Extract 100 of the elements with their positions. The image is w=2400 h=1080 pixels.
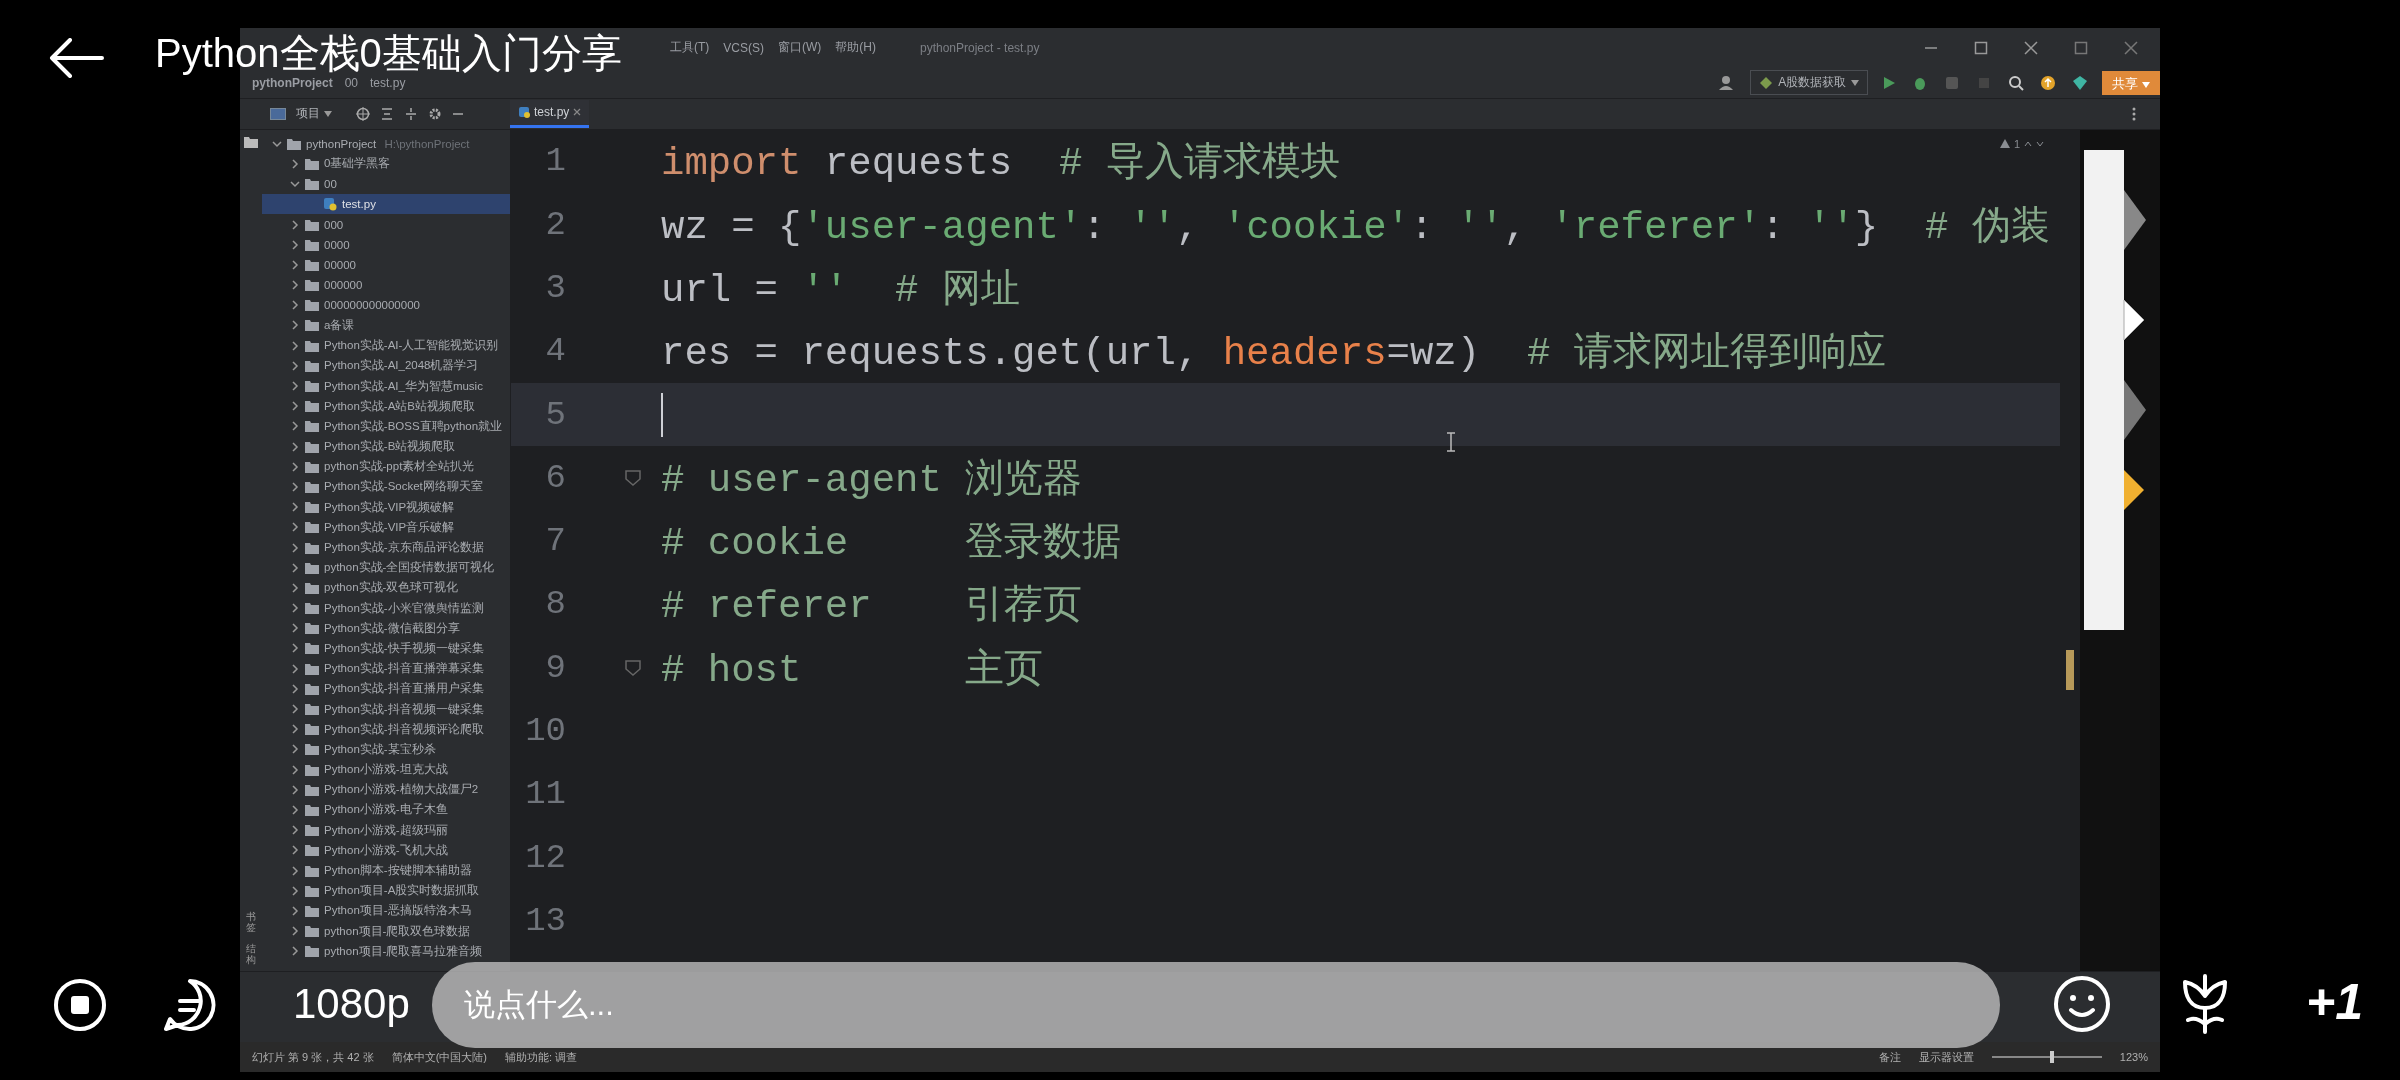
settings-icon[interactable]	[428, 106, 442, 121]
close-icon[interactable]	[573, 108, 582, 117]
close-icon[interactable]	[2124, 40, 2138, 55]
tree-item[interactable]: Python实战-某宝秒杀	[262, 739, 510, 760]
chevron-right-icon[interactable]	[290, 482, 300, 492]
fold-icon[interactable]	[625, 469, 641, 486]
search-icon[interactable]	[2008, 74, 2025, 91]
chevron-right-icon[interactable]	[290, 401, 300, 412]
flower-icon[interactable]	[2180, 974, 2230, 1034]
target-icon[interactable]	[356, 106, 370, 121]
breadcrumb[interactable]: test.py	[370, 75, 406, 90]
chevron-right-icon[interactable]	[290, 926, 300, 937]
chevron-right-icon[interactable]	[290, 845, 300, 856]
collapse-all-icon[interactable]	[404, 106, 418, 121]
tree-item[interactable]: 00000	[262, 254, 510, 275]
tree-item[interactable]: python实战-双色球可视化	[262, 577, 510, 598]
zoom-level[interactable]: 123%	[2119, 1051, 2148, 1064]
chevron-right-icon[interactable]	[290, 381, 300, 392]
tree-item[interactable]: 000000000000000	[262, 295, 510, 316]
chevron-right-icon[interactable]	[290, 522, 300, 533]
chevron-right-icon[interactable]	[290, 905, 300, 916]
stop-icon[interactable]	[52, 977, 108, 1033]
chevron-right-icon[interactable]	[290, 946, 300, 957]
project-view-dropdown[interactable]: 项目	[296, 105, 320, 123]
chevron-right-icon[interactable]	[290, 421, 300, 432]
chevron-down-icon[interactable]	[272, 138, 282, 149]
chevron-right-icon[interactable]	[290, 764, 300, 775]
chevron-right-icon[interactable]	[290, 643, 300, 654]
tree-item[interactable]: Python实战-AI_华为智慧music	[262, 375, 510, 397]
tool-window-label[interactable]: 结构	[246, 943, 256, 966]
run-config-dropdown[interactable]: A股数据获取	[1750, 70, 1869, 96]
chevron-right-icon[interactable]	[290, 320, 300, 331]
tree-item[interactable]: Python脚本-按键脚本辅助器	[262, 860, 510, 881]
chevron-down-icon[interactable]	[2036, 140, 2044, 147]
menu-item[interactable]: 窗口(W)	[778, 39, 822, 57]
chevron-right-icon[interactable]	[290, 744, 300, 755]
tree-item[interactable]: Python实战-VIP音乐破解	[262, 517, 510, 538]
chevron-right-icon[interactable]	[290, 704, 300, 715]
chevron-right-icon[interactable]	[290, 280, 300, 291]
status-button[interactable]: 备注	[1878, 1049, 1901, 1065]
chevron-right-icon[interactable]	[290, 300, 300, 311]
chevron-right-icon[interactable]	[290, 239, 300, 250]
tree-item[interactable]: Python小游戏-飞机大战	[262, 840, 510, 861]
tree-item[interactable]: 000	[262, 214, 510, 235]
chevron-right-icon[interactable]	[290, 784, 300, 795]
tree-item[interactable]: Python实战-A站B站视频爬取	[262, 396, 510, 417]
comment-field[interactable]: 说点什么...	[432, 962, 2000, 1048]
breadcrumb[interactable]: pythonProject	[252, 75, 333, 90]
maximize-icon[interactable]	[2074, 40, 2088, 55]
tree-item[interactable]: 0000	[262, 234, 510, 255]
tree-item[interactable]: Python实战-抖音视频一键采集	[262, 698, 510, 720]
breadcrumb[interactable]: 00	[344, 75, 359, 90]
tree-item[interactable]: Python实战-AI-人工智能视觉识别	[262, 335, 510, 356]
chevron-right-icon[interactable]	[290, 259, 300, 270]
chevron-up-icon[interactable]	[2024, 140, 2032, 147]
tree-item[interactable]: Python项目-A股实时数据抓取	[262, 880, 510, 901]
chevron-right-icon[interactable]	[290, 562, 300, 573]
maximize-icon[interactable]	[1974, 40, 1988, 55]
chevron-right-icon[interactable]	[290, 603, 300, 614]
expand-all-icon[interactable]	[380, 106, 394, 121]
tree-item[interactable]: python实战-全国疫情数据可视化	[262, 557, 510, 578]
chevron-right-icon[interactable]	[290, 663, 300, 674]
chevron-right-icon[interactable]	[290, 219, 300, 230]
chevron-right-icon[interactable]	[290, 724, 300, 735]
tree-item[interactable]: Python实战-AI_2048机器学习	[262, 355, 510, 376]
more-icon[interactable]	[2132, 106, 2136, 121]
editor-tab[interactable]: test.py	[510, 99, 590, 128]
chevron-down-icon[interactable]	[290, 179, 300, 190]
chevron-right-icon[interactable]	[290, 461, 300, 472]
chevron-right-icon[interactable]	[290, 542, 300, 553]
chevron-right-icon[interactable]	[290, 502, 300, 513]
menu-item[interactable]: 工具(T)	[670, 39, 710, 57]
caret-icon[interactable]	[324, 110, 332, 117]
chevron-right-icon[interactable]	[290, 885, 300, 896]
warning-icon[interactable]	[1999, 139, 2010, 149]
chevron-right-icon[interactable]	[290, 441, 300, 452]
tree-item[interactable]: python项目-爬取双色球数据	[262, 921, 510, 942]
tree-item[interactable]: python项目-爬取喜马拉雅音频	[262, 941, 510, 962]
tree-item[interactable]: Python实战-抖音直播弹幕采集	[262, 658, 510, 679]
tool-window-label[interactable]: 书签	[246, 911, 256, 934]
tree-item[interactable]: a备课	[262, 315, 510, 336]
tree-item[interactable]: 0基础学黑客	[262, 153, 510, 175]
run-icon[interactable]	[1882, 74, 1897, 91]
status-button[interactable]: 显示器设置	[1918, 1049, 1974, 1065]
chevron-right-icon[interactable]	[290, 825, 300, 836]
chevron-right-icon[interactable]	[290, 683, 300, 694]
back-arrow-icon[interactable]	[48, 38, 104, 78]
fold-icon[interactable]	[625, 659, 641, 676]
tree-item[interactable]: Python实战-京东商品评论数据	[262, 537, 510, 558]
chevron-right-icon[interactable]	[290, 623, 300, 634]
quality-selector[interactable]: 1080p	[293, 978, 410, 1030]
tree-item[interactable]: 000000	[262, 275, 510, 296]
inspection-count[interactable]: 1	[2013, 137, 2020, 150]
tree-item[interactable]: Python小游戏-电子木鱼	[262, 799, 510, 821]
menu-item[interactable]: 帮助(H)	[835, 39, 876, 57]
tree-item[interactable]: Python实战-BOSS直聘python就业	[262, 416, 510, 437]
zoom-slider-thumb[interactable]	[2050, 1051, 2055, 1064]
scrollbar-marker[interactable]	[2066, 649, 2074, 690]
chevron-right-icon[interactable]	[290, 159, 300, 169]
update-icon[interactable]	[2040, 74, 2057, 91]
